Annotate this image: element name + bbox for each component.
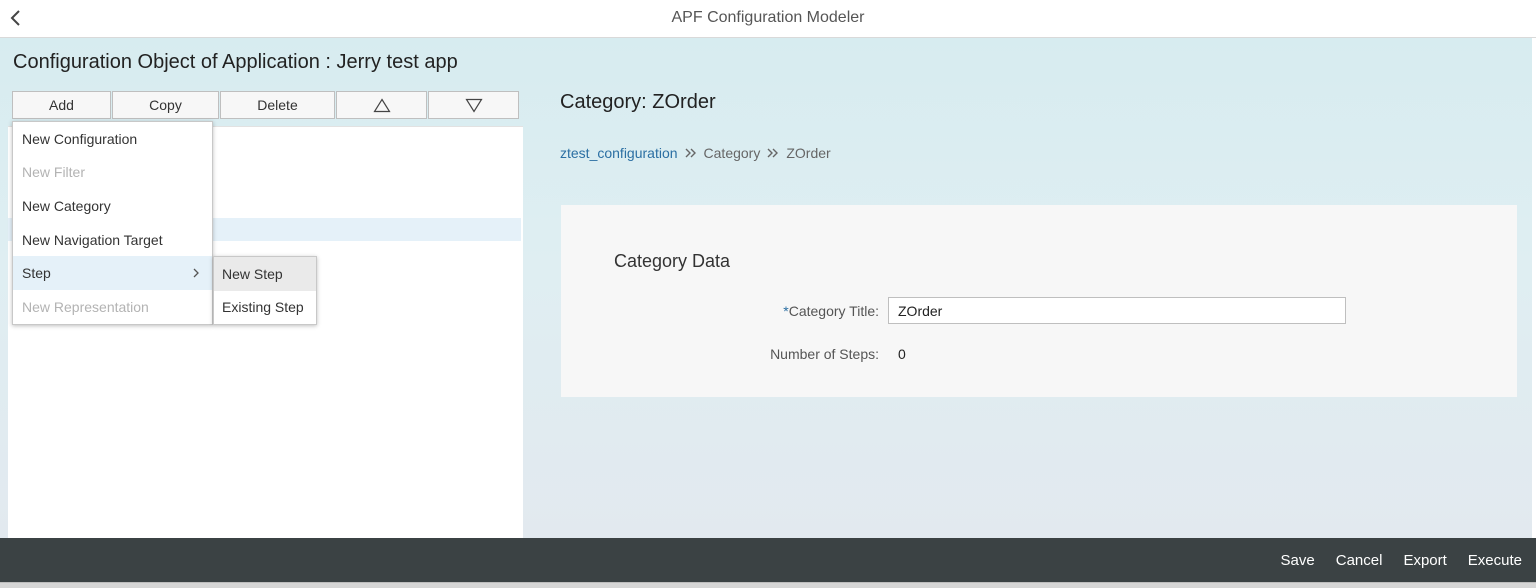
breadcrumb-item-category: Category <box>703 145 761 161</box>
add-menu: New Configuration New Filter New Categor… <box>12 121 213 325</box>
footer-actions: Save Cancel Export Execute <box>1260 538 1522 582</box>
copy-button[interactable]: Copy <box>112 91 219 119</box>
app-title: APF Configuration Modeler <box>671 9 865 26</box>
add-button[interactable]: Add <box>12 91 111 119</box>
menu-item-new-navigation-target[interactable]: New Navigation Target <box>13 223 212 257</box>
triangle-up-icon <box>372 97 391 112</box>
tree-toolbar: Add Copy Delete <box>12 91 519 119</box>
export-button[interactable]: Export <box>1403 552 1446 569</box>
category-title-input[interactable] <box>888 297 1346 324</box>
cancel-button[interactable]: Cancel <box>1336 552 1383 569</box>
menu-item-new-configuration[interactable]: New Configuration <box>13 122 212 156</box>
menu-item-label: New Filter <box>22 164 86 181</box>
right-edge <box>1532 38 1536 538</box>
menu-item-label: New Navigation Target <box>22 231 163 248</box>
move-down-button[interactable] <box>428 91 519 119</box>
menu-item-step[interactable]: Step <box>13 256 212 290</box>
breadcrumb-link-configuration[interactable]: ztest_configuration <box>560 145 678 161</box>
form-heading: Category Data <box>614 251 731 271</box>
menu-item-label: Existing Step <box>222 299 304 316</box>
double-chevron-right-icon <box>766 147 780 159</box>
breadcrumb: ztest_configuration Category ZOrder <box>560 145 831 161</box>
step-submenu: New Step Existing Step <box>213 256 317 326</box>
delete-button[interactable]: Delete <box>220 91 335 119</box>
menu-item-label: New Configuration <box>22 130 138 147</box>
category-title-label: *Category Title: <box>679 303 879 319</box>
menu-item-label: New Representation <box>22 298 149 315</box>
menu-item-new-category[interactable]: New Category <box>13 189 212 223</box>
breadcrumb-item-current: ZOrder <box>786 145 831 161</box>
move-up-button[interactable] <box>336 91 427 119</box>
double-chevron-right-icon <box>684 147 698 159</box>
save-button[interactable]: Save <box>1281 552 1315 569</box>
page-title: Configuration Object of Application : Je… <box>13 51 458 73</box>
category-data-form: Category Data *Category Title: Number of… <box>561 205 1517 397</box>
menu-item-label: New Category <box>22 197 111 214</box>
menu-item-new-filter: New Filter <box>13 156 212 190</box>
triangle-down-icon <box>464 98 483 113</box>
detail-title: Category: ZOrder <box>560 91 716 113</box>
submenu-item-existing-step[interactable]: Existing Step <box>214 291 316 325</box>
number-of-steps-label: Number of Steps: <box>770 346 879 362</box>
category-title-label-text: Category Title: <box>788 303 879 319</box>
menu-item-label: Step <box>22 265 51 282</box>
footer-bar: Save Cancel Export Execute <box>0 538 1536 582</box>
submenu-item-new-step[interactable]: New Step <box>214 257 316 291</box>
shell-header: APF Configuration Modeler <box>0 0 1536 38</box>
taskbar-strip <box>0 582 1536 588</box>
menu-item-label: New Step <box>222 265 283 282</box>
chevron-right-icon <box>192 256 200 290</box>
number-of-steps-value: 0 <box>898 346 906 362</box>
execute-button[interactable]: Execute <box>1468 552 1522 569</box>
menu-item-new-representation: New Representation <box>13 290 212 324</box>
